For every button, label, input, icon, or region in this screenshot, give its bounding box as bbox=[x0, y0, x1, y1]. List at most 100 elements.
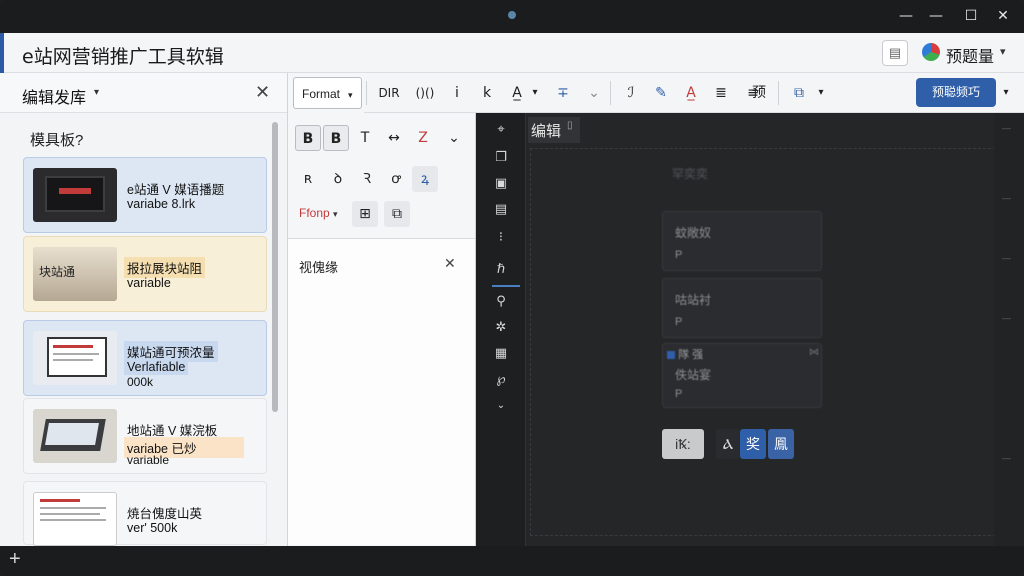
theme-button[interactable]: 鳯 bbox=[768, 429, 794, 459]
status-bar: + bbox=[0, 546, 1024, 576]
format-dropdown[interactable]: Format ▾ bbox=[293, 77, 362, 109]
spacing-button[interactable]: ↔ bbox=[381, 125, 407, 151]
panel-title[interactable]: 编辑发库 bbox=[22, 84, 86, 108]
maximize-button[interactable]: ☐ bbox=[960, 6, 982, 26]
ruler-mark: — bbox=[1002, 193, 1011, 203]
template-card[interactable]: 焼台傀度山英 ver' 500k bbox=[23, 481, 267, 546]
ruler-mark: — bbox=[1002, 123, 1011, 133]
style-button-1[interactable]: ʀ bbox=[295, 166, 321, 192]
bold-alt-button[interactable]: B bbox=[323, 125, 349, 151]
card-subtitle: variabe 8.lrk bbox=[127, 197, 196, 211]
app-window: — — ☐ ✕ e站网营销推广工具软辑 ▤ 预题量 ▾ 编辑发库 ▾ ✕ 模具板… bbox=[0, 0, 1024, 576]
ghost-block: 罕奕奕 bbox=[662, 157, 822, 197]
chevron-down-icon[interactable]: ⌄ bbox=[584, 80, 604, 106]
layout-icon[interactable]: ⧉ bbox=[384, 201, 410, 227]
underline-color-button[interactable]: A̲ bbox=[680, 80, 702, 106]
notes-icon[interactable]: ▤ bbox=[882, 40, 908, 66]
style-button-3[interactable]: Ꝛ bbox=[354, 166, 380, 192]
vertical-scrollbar[interactable] bbox=[271, 118, 279, 543]
apply-button[interactable]: 奖 bbox=[740, 429, 766, 459]
copy-icon[interactable]: ❐ bbox=[492, 149, 510, 167]
block-title: 佚站宴 bbox=[675, 368, 712, 382]
card-subtitle: Verlafiable bbox=[124, 359, 189, 375]
template-card[interactable]: 地站通 V 媒浣板 variabe 已炒 variable bbox=[23, 398, 267, 474]
dir-button[interactable]: DIR bbox=[374, 80, 404, 106]
template-thumbnail bbox=[33, 331, 117, 385]
text-button[interactable]: T bbox=[352, 125, 378, 151]
more-chevron-icon[interactable]: ⌄ bbox=[441, 125, 467, 151]
script-button[interactable]: ℐ bbox=[620, 80, 642, 106]
right-ruler: — — — — — bbox=[994, 113, 1024, 546]
template-card[interactable]: 媒站通可预浓量 Verlafiable 000k bbox=[23, 320, 267, 396]
chevron-down-icon[interactable]: ▾ bbox=[94, 87, 99, 98]
toolbar-divider bbox=[610, 81, 611, 105]
content-block[interactable]: 咕站衬 P bbox=[662, 278, 822, 338]
layers-icon[interactable]: ▦ bbox=[492, 345, 510, 363]
editor-toolbar: DIR ()() i k A̲ ▾ ∓ ⌄ ℐ ✎ A̲ ≣ ≡ 预 ⧉ ▾ 预… bbox=[364, 73, 1024, 113]
italic-button[interactable]: i bbox=[446, 80, 468, 106]
kerning-button[interactable]: k bbox=[476, 80, 498, 106]
image-icon[interactable]: ▤ bbox=[492, 201, 510, 219]
format-panel: Format ▾ B B T ↔ Z ⌄ ʀ ꝺ Ꝛ ꝍ ꝝ Ffonp ▾ ⊞… bbox=[288, 73, 476, 546]
font-color-button[interactable]: A̲ bbox=[506, 80, 528, 106]
grid-icon[interactable]: ⁝ bbox=[492, 229, 510, 247]
scrollbar-thumb[interactable] bbox=[272, 122, 278, 412]
tab-close-icon[interactable]: ▯ bbox=[567, 120, 573, 131]
format-label: Format bbox=[302, 87, 341, 101]
link-icon[interactable]: ℏ bbox=[492, 261, 510, 279]
text-style-button[interactable]: Ⲁ bbox=[716, 429, 740, 459]
style-button-5[interactable]: ꝝ bbox=[412, 166, 438, 192]
section-label: 模具板? bbox=[30, 132, 84, 149]
block-tag-label: 隊 强 bbox=[678, 349, 704, 361]
tag-marker-icon bbox=[667, 351, 675, 360]
template-thumbnail bbox=[33, 168, 117, 222]
align-center-button[interactable]: ≣ bbox=[710, 80, 732, 106]
bold-button[interactable]: B bbox=[295, 125, 321, 151]
template-card[interactable]: 块站通 报拉展块站阻 variable bbox=[23, 236, 267, 312]
preview-publish-button[interactable]: 预聪频巧 bbox=[916, 78, 996, 107]
preview-button[interactable]: 预 bbox=[748, 80, 770, 106]
thumbnail-text: 块站通 bbox=[39, 265, 76, 279]
title-bar: — — ☐ ✕ bbox=[0, 0, 1024, 33]
close-icon[interactable]: ✕ bbox=[444, 255, 456, 272]
paren-button[interactable]: ()() bbox=[412, 80, 438, 106]
card-subtitle: ver' 500k bbox=[127, 521, 178, 535]
brand-logo-icon bbox=[922, 43, 940, 61]
content-block[interactable]: 蚊敞奴 P bbox=[662, 211, 822, 271]
chevron-down-icon[interactable]: ▾ bbox=[528, 80, 542, 106]
frame-icon[interactable]: ▣ bbox=[492, 175, 510, 193]
chevron-down-icon: ▾ bbox=[348, 90, 353, 100]
tab-editor[interactable]: 编辑 ▯ bbox=[528, 117, 580, 143]
font-dropdown[interactable]: Ffonp ▾ bbox=[299, 206, 338, 220]
indent-button[interactable]: ∓ bbox=[552, 80, 574, 106]
insert-button[interactable]: iꝄ: bbox=[662, 429, 704, 459]
close-panel-icon[interactable]: ✕ bbox=[255, 82, 270, 103]
toolbar-divider bbox=[366, 81, 367, 105]
app-title: e站网营销推广工具软辑 bbox=[22, 46, 224, 68]
path-icon[interactable]: ℘ bbox=[492, 371, 510, 389]
style-button-4[interactable]: ꝍ bbox=[383, 166, 409, 192]
add-icon[interactable]: + bbox=[9, 548, 21, 571]
template-thumbnail: 块站通 bbox=[33, 247, 117, 301]
chevron-down-icon[interactable]: ⌄ bbox=[492, 397, 510, 415]
pen-icon[interactable]: ✎ bbox=[650, 80, 672, 106]
font-label: Ffonp bbox=[299, 206, 330, 220]
table-icon[interactable]: ⊞ bbox=[352, 201, 378, 227]
card-meta: variable bbox=[127, 453, 170, 467]
close-button[interactable]: ✕ bbox=[992, 6, 1014, 26]
strike-button[interactable]: Z bbox=[410, 125, 436, 151]
style-button-2[interactable]: ꝺ bbox=[325, 166, 351, 192]
editor-canvas[interactable]: ⌖ ❐ ▣ ▤ ⁝ ℏ ⚲ ✲ ▦ ℘ ⌄ 编辑 ▯ 罕奕奕 蚊敞奴 P 咕站衬… bbox=[476, 113, 1024, 546]
content-block[interactable]: 隊 强 ⋈ 佚站宴 P bbox=[662, 343, 822, 408]
select-icon[interactable]: ⌖ bbox=[492, 121, 510, 139]
window-extra-button[interactable]: — bbox=[925, 6, 947, 26]
copy-layout-icon[interactable]: ⧉ bbox=[788, 80, 810, 106]
gear-icon[interactable]: ✲ bbox=[492, 319, 510, 337]
search-icon[interactable]: ⚲ bbox=[492, 293, 510, 311]
brand-menu[interactable]: 预题量 ▾ bbox=[922, 39, 1012, 67]
template-card[interactable]: e站通 V 媒语播题 variabe 8.lrk bbox=[23, 157, 267, 233]
block-close-icon[interactable]: ⋈ bbox=[809, 347, 819, 358]
chevron-down-icon[interactable]: ▾ bbox=[814, 80, 828, 106]
minimize-button[interactable]: — bbox=[895, 6, 917, 26]
chevron-down-icon[interactable]: ▾ bbox=[998, 80, 1014, 106]
